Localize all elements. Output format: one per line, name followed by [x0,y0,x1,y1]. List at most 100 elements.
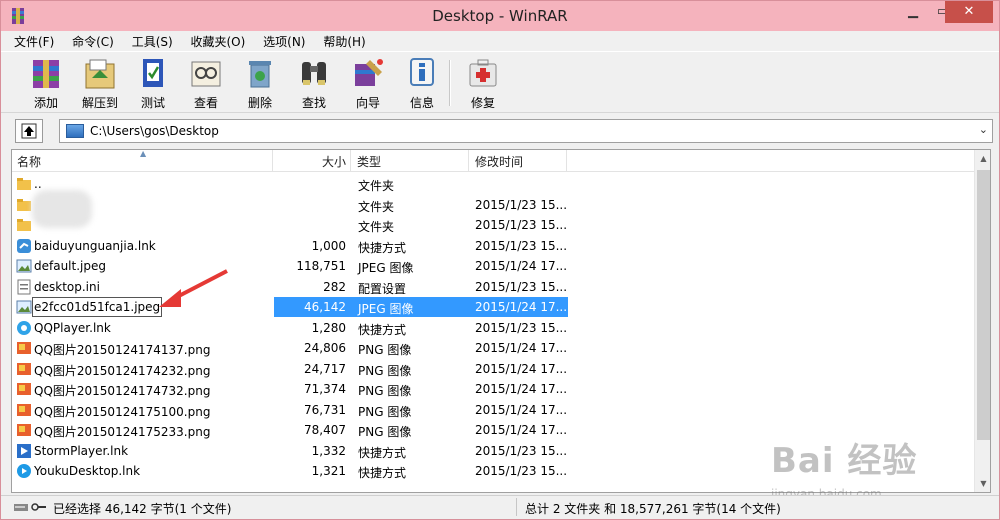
cell-name: QQ图片20150124175100.png [34,404,211,419]
column-header-size[interactable]: 大小 [322,153,346,170]
cell-size: 1,321 [311,464,346,478]
column-divider[interactable] [272,150,273,172]
test-button[interactable]: 测试 [126,54,180,112]
menu-commands[interactable]: 命令(C) [72,31,114,50]
status-divider [516,498,517,516]
cell-size: 118,751 [296,259,346,273]
table-row[interactable]: QQPlayer.lnk 1,280 快捷方式 2015/1/23 15... [12,318,974,338]
drive-icon[interactable] [13,501,29,513]
scroll-up-icon[interactable]: ▲ [975,150,990,167]
cell-size: 282 [323,279,346,294]
cell-type: 快捷方式 [358,240,407,255]
column-divider[interactable] [566,150,567,172]
cell-name: QQ图片20150124174732.png [34,384,211,398]
close-button[interactable]: ✕ [945,1,993,23]
cell-modified: 2015/1/24 17... [475,259,568,273]
test-icon [143,59,163,87]
winrar-window: Desktop - WinRAR ▁ ▭ ✕ 文件(F) 命令(C) 工具(S)… [0,0,1000,520]
up-folder-button[interactable] [15,119,43,143]
table-row[interactable]: QQ图片20150124174137.png 24,806 PNG 图像 2015/1… [12,338,974,358]
png-icon [17,424,31,436]
table-row[interactable]: 文件夹 2015/1/23 15... [12,195,974,215]
cell-name: baiduyunguanjia.lnk [34,238,156,253]
view-icon [191,61,221,87]
menu-favorites[interactable]: 收藏夹(O) [191,31,246,50]
cell-type: JPEG 图像 [358,302,414,316]
png-icon [17,362,31,375]
table-row[interactable]: QQ图片20150124175100.png 76,731 PNG 图像 2015/1… [12,400,974,420]
cell-name: StormPlayer.lnk [34,443,129,458]
column-header-modified[interactable]: 修改时间 [475,153,523,170]
status-bar: 已经选择 46,142 字节(1 个文件) 总计 2 文件夹 和 18,577,… [1,495,999,519]
path-combobox[interactable]: C:\Users\gos\Desktop ⌄ [59,119,993,143]
toolbar-separator [449,60,451,106]
cell-name: desktop.ini [34,279,100,294]
scroll-thumb[interactable] [977,170,990,440]
status-selected: 已经选择 46,142 字节(1 个文件) [53,502,232,516]
qqplayer-icon [17,320,31,335]
window-title: Desktop - WinRAR [432,7,568,25]
repair-button[interactable]: 修复 [456,54,510,112]
cell-modified: 2015/1/24 17... [475,423,568,437]
wizard-label: 向导 [355,96,380,110]
cell-size: 46,142 [304,300,346,314]
table-row[interactable]: QQ图片20150124174232.png 24,717 PNG 图像 2015/1… [12,359,974,379]
test-label: 测试 [140,96,165,110]
annotation-arrow [159,269,228,307]
view-button[interactable]: 查看 [179,54,233,112]
cell-modified: 2015/1/24 17... [475,402,568,417]
cell-type: 文件夹 [358,199,395,214]
menu-file[interactable]: 文件(F) [14,31,54,50]
cell-type: 文件夹 [358,220,395,234]
title-bar[interactable]: Desktop - WinRAR ▁ ▭ ✕ [1,1,999,31]
cell-type: 快捷方式 [358,322,407,337]
view-label: 查看 [193,96,218,110]
add-label: 添加 [33,96,58,110]
cell-name: QQPlayer.lnk [34,320,111,335]
scroll-down-icon[interactable]: ▼ [975,475,990,492]
menu-help[interactable]: 帮助(H) [323,31,365,50]
shortcut-icon [17,238,31,253]
cell-name: QQ图片20150124174137.png [34,343,211,357]
cell-modified: 2015/1/23 15... [475,464,568,478]
cell-modified: 2015/1/23 15... [475,320,568,335]
folder-icon [17,219,31,231]
add-button[interactable]: 添加 [19,54,73,112]
column-header-name[interactable]: 名称 [17,153,41,170]
png-icon [17,403,31,416]
column-divider[interactable] [350,150,351,172]
table-row[interactable]: baiduyunguanjia.lnk 1,000 快捷方式 2015/1/23 15… [12,236,974,256]
cell-modified: 2015/1/23 15... [475,279,568,294]
menu-options[interactable]: 选项(N) [263,31,305,50]
cell-type: PNG 图像 [358,384,412,398]
repair-first-aid-icon [469,59,497,87]
cell-type: JPEG 图像 [358,261,414,275]
info-button[interactable]: 信息 [395,54,449,112]
delete-button[interactable]: 删除 [233,54,287,112]
extract-label: 解压到 [81,96,118,110]
cell-modified: 2015/1/24 17... [475,341,568,355]
menu-tools[interactable]: 工具(S) [132,31,173,50]
repair-label: 修复 [470,96,495,110]
stormplayer-icon [17,443,31,458]
column-header-type[interactable]: 类型 [357,153,381,170]
cell-type: 文件夹 [358,179,395,193]
find-button[interactable]: 查找 [287,54,341,112]
find-binoculars-icon [302,62,326,85]
folder-icon [17,198,31,211]
extract-button[interactable]: 解压到 [73,54,127,112]
minimize-button[interactable]: ▁ [898,1,928,23]
column-divider[interactable] [468,150,469,172]
table-row[interactable]: QQ图片20150124174732.png 71,374 PNG 图像 2015/1… [12,379,974,399]
cell-modified: 2015/1/23 15... [475,197,568,212]
cell-modified: 2015/1/24 17... [475,300,568,314]
wizard-button[interactable]: 向导 [341,54,395,112]
chevron-down-icon[interactable]: ⌄ [979,123,988,136]
vertical-scrollbar[interactable]: ▲ ▼ [974,150,990,492]
delete-icon [249,61,271,88]
table-row[interactable]: 文件夹 2015/1/23 15... [12,215,974,235]
table-row[interactable]: .. 文件夹 [12,174,974,194]
cell-name: YoukuDesktop.lnk [34,464,141,478]
cell-size: 71,374 [304,382,346,396]
key-icon[interactable] [31,501,47,513]
